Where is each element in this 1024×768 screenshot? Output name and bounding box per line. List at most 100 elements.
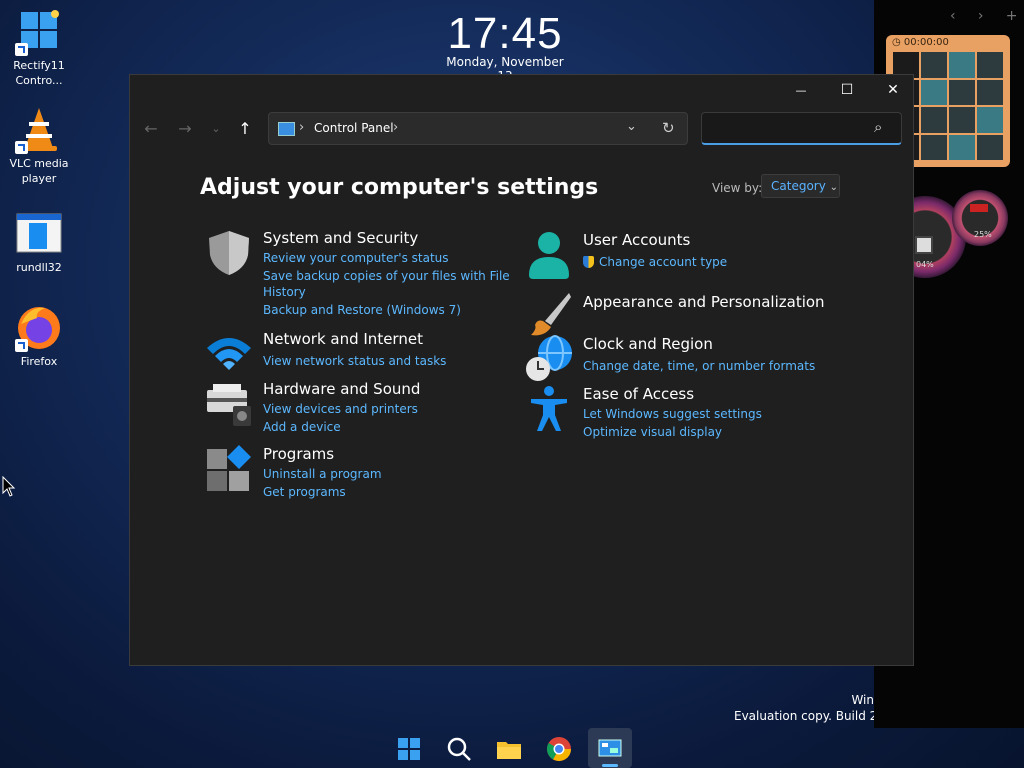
desktop-icon-vlc[interactable]: VLC media player [4,106,74,186]
shield-icon [205,229,253,277]
category-title[interactable]: Programs [263,445,334,463]
link-network-status[interactable]: View network status and tasks [263,354,446,368]
minimize-icon: — [795,83,807,97]
category-title[interactable]: System and Security [263,229,418,247]
link-change-account-type[interactable]: Change account type [583,255,727,269]
wifi-icon [205,330,253,378]
search-icon [447,737,471,761]
desktop-icon-label: VLC media [9,157,69,170]
link-review-status[interactable]: Review your computer's status [263,251,449,265]
category-title[interactable]: Ease of Access [583,385,694,403]
category-title[interactable]: Network and Internet [263,330,423,348]
category-title[interactable]: Clock and Region [583,335,713,353]
arrow-up-icon: ↑ [238,119,252,138]
taskbar-chrome[interactable] [544,734,574,764]
close-button[interactable]: ✕ [870,75,916,105]
taskbar-search-button[interactable] [444,734,474,764]
desktop-icon-firefox[interactable]: Firefox [4,304,74,369]
category-title[interactable]: User Accounts [583,231,690,249]
view-by-dropdown[interactable]: Category ⌄ [761,174,840,198]
arrow-left-icon: ← [144,119,158,138]
link-get-programs[interactable]: Get programs [263,485,346,499]
link-windows-suggest[interactable]: Let Windows suggest settings [583,407,762,421]
puzzle-tile[interactable] [949,107,975,133]
vlc-cone-icon [15,106,63,154]
puzzle-tile[interactable] [977,52,1003,78]
link-add-device[interactable]: Add a device [263,420,341,434]
meter-center-icon [915,236,933,254]
link-change-date-formats[interactable]: Change date, time, or number formats [583,359,815,373]
puzzle-timer: 00:00:00 [903,37,949,48]
programs-icon [205,445,253,493]
back-button[interactable]: ← [139,118,163,140]
link-uninstall-program[interactable]: Uninstall a program [263,467,382,481]
search-box[interactable]: ⌕ [701,112,902,145]
breadcrumb-separator[interactable]: › [299,120,304,135]
desktop-icon-label: Rectify11 [13,59,65,72]
gauge2-value: 25% [974,230,992,239]
address-dropdown-icon[interactable]: ⌄ [626,119,637,134]
watermark-line2: Evaluation copy. Build 259 [734,709,874,723]
evaluation-watermark: Win Evaluation copy. Build 259 [734,692,874,724]
shortcut-arrow-icon [15,339,28,352]
printer-icon [205,380,253,428]
puzzle-tile[interactable] [949,52,975,78]
link-file-history-cont[interactable]: History [263,285,306,299]
minimize-button[interactable]: — [778,75,824,105]
arrow-right-icon: → [178,119,192,138]
puzzle-tile[interactable] [921,79,947,105]
desktop-icon-rectify11[interactable]: Rectify11 Contro... [4,8,74,88]
globe-clock-icon [525,335,573,383]
desktop-icon-rundll32[interactable]: rundll32 [4,210,74,275]
control-panel-window: — ☐ ✕ ← → ⌄ ↑ › Control Panel › ⌄ ↻ ⌕ Ad… [129,74,914,666]
puzzle-tile[interactable] [949,79,975,105]
puzzle-tile[interactable] [977,134,1003,160]
windows-logo-icon [15,8,63,56]
chevron-left-icon[interactable]: ‹ [950,8,956,24]
uac-shield-icon [583,256,594,268]
puzzle-tile[interactable] [977,107,1003,133]
chrome-icon [546,737,571,762]
refresh-icon[interactable]: ↻ [662,119,675,137]
user-icon [525,231,573,279]
puzzle-tile[interactable] [921,134,947,160]
address-bar[interactable]: › Control Panel › ⌄ ↻ [268,112,688,145]
desktop-clock-widget: 17:45 Monday, November 13 [440,10,570,84]
breadcrumb-control-panel[interactable]: Control Panel [314,121,394,135]
puzzle-tile[interactable] [949,134,975,160]
link-file-history[interactable]: Save backup copies of your files with Fi… [263,269,510,283]
active-indicator [602,764,618,767]
category-title[interactable]: Appearance and Personalization [583,293,825,311]
meter-indicator [970,204,988,212]
watermark-line1: Win [851,693,874,707]
breadcrumb-separator[interactable]: › [393,120,398,135]
application-window-icon [15,210,63,258]
taskbar [388,728,636,768]
chevron-right-icon[interactable]: › [978,8,984,24]
paintbrush-icon [525,291,573,339]
link-devices-printers[interactable]: View devices and printers [263,402,418,416]
maximize-icon: ☐ [840,82,854,98]
page-title: Adjust your computer's settings [200,175,599,200]
link-optimize-display[interactable]: Optimize visual display [583,425,722,439]
up-button[interactable]: ↑ [233,118,257,140]
maximize-button[interactable]: ☐ [824,75,870,105]
puzzle-tile[interactable] [977,79,1003,105]
puzzle-tile[interactable] [921,107,947,133]
category-title[interactable]: Hardware and Sound [263,380,420,398]
recent-locations-button[interactable]: ⌄ [204,118,228,140]
desktop-icon-label: Contro... [15,74,63,87]
search-icon[interactable]: ⌕ [874,118,882,136]
add-gadget-icon[interactable]: + [1006,8,1018,24]
gauge1-value: 04% [916,260,934,269]
taskbar-file-explorer[interactable] [494,734,524,764]
gadget-nav: ‹ › + [950,8,1017,24]
control-panel-small-icon [278,122,295,136]
start-button[interactable] [394,734,424,764]
taskbar-control-panel[interactable] [588,728,632,768]
forward-button[interactable]: → [173,118,197,140]
link-backup-restore[interactable]: Backup and Restore (Windows 7) [263,303,461,317]
accessibility-icon [525,385,573,433]
puzzle-tile[interactable] [921,52,947,78]
shortcut-arrow-icon [15,43,28,56]
